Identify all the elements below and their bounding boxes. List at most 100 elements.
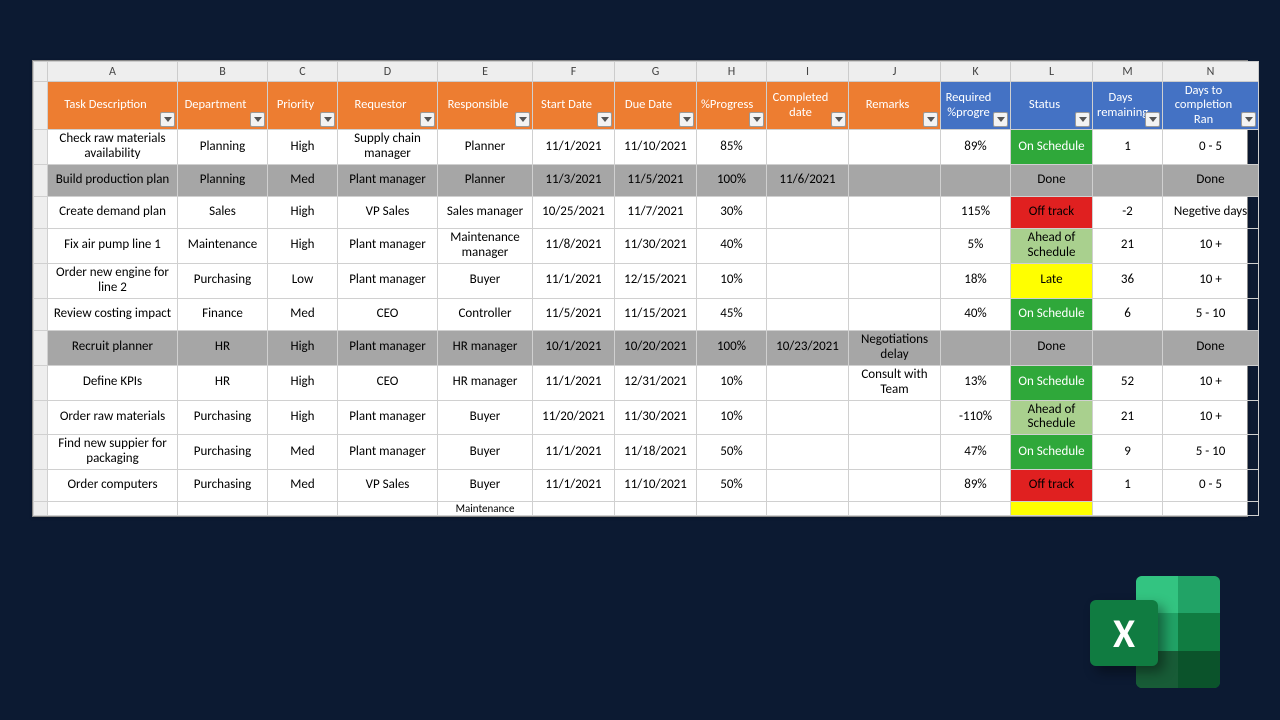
cell[interactable]: Order new engine for line 2: [48, 263, 178, 298]
cell[interactable]: 1: [1093, 130, 1163, 165]
cell[interactable]: Buyer: [438, 470, 533, 502]
cell[interactable]: 10 +: [1163, 400, 1259, 435]
cell[interactable]: [338, 502, 438, 516]
cell[interactable]: 11/1/2021: [533, 130, 615, 165]
cell[interactable]: 10/20/2021: [615, 330, 697, 365]
cell[interactable]: Negetive days: [1163, 197, 1259, 229]
filter-dropdown-icon[interactable]: [1145, 112, 1160, 127]
cell[interactable]: Med: [268, 298, 338, 330]
cell[interactable]: -110%: [941, 400, 1011, 435]
cell[interactable]: Sales: [178, 197, 268, 229]
cell[interactable]: [849, 298, 941, 330]
cell[interactable]: Plant manager: [338, 165, 438, 197]
cell[interactable]: 10 +: [1163, 365, 1259, 400]
cell[interactable]: Planning: [178, 165, 268, 197]
filter-dropdown-icon[interactable]: [420, 112, 435, 127]
cell[interactable]: [615, 502, 697, 516]
cell[interactable]: Off track: [1011, 470, 1093, 502]
cell[interactable]: On Schedule: [1011, 130, 1093, 165]
cell[interactable]: 10/25/2021: [533, 197, 615, 229]
column-header-J[interactable]: J: [849, 62, 941, 82]
cell[interactable]: 11/1/2021: [533, 365, 615, 400]
cell[interactable]: 100%: [697, 165, 767, 197]
cell[interactable]: Done: [1011, 330, 1093, 365]
cell[interactable]: [849, 470, 941, 502]
cell[interactable]: 0 - 5: [1163, 470, 1259, 502]
cell[interactable]: High: [268, 400, 338, 435]
cell[interactable]: Ahead of Schedule: [1011, 400, 1093, 435]
column-header-I[interactable]: I: [767, 62, 849, 82]
cell[interactable]: Recruit planner: [48, 330, 178, 365]
header-status[interactable]: Status: [1011, 82, 1093, 130]
cell[interactable]: 11/30/2021: [615, 400, 697, 435]
cell[interactable]: Plant manager: [338, 263, 438, 298]
cell[interactable]: 11/10/2021: [615, 130, 697, 165]
cell[interactable]: 9: [1093, 435, 1163, 470]
cell[interactable]: [849, 229, 941, 264]
cell[interactable]: Define KPIs: [48, 365, 178, 400]
cell[interactable]: 0 - 5: [1163, 130, 1259, 165]
cell[interactable]: Maintenance manager: [438, 229, 533, 264]
row-header[interactable]: [34, 165, 48, 197]
cell[interactable]: 21: [1093, 229, 1163, 264]
header-completed-date[interactable]: Completed date: [767, 82, 849, 130]
cell[interactable]: 11/5/2021: [615, 165, 697, 197]
header-department[interactable]: Department: [178, 82, 268, 130]
cell[interactable]: 6: [1093, 298, 1163, 330]
header-priority[interactable]: Priority: [268, 82, 338, 130]
cell[interactable]: 11/3/2021: [533, 165, 615, 197]
cell[interactable]: 11/30/2021: [615, 229, 697, 264]
cell[interactable]: 11/7/2021: [615, 197, 697, 229]
filter-dropdown-icon[interactable]: [1075, 112, 1090, 127]
cell[interactable]: [533, 502, 615, 516]
filter-dropdown-icon[interactable]: [160, 112, 175, 127]
column-header-H[interactable]: H: [697, 62, 767, 82]
cell[interactable]: [1011, 502, 1093, 516]
row-header[interactable]: [34, 330, 48, 365]
cell[interactable]: VP Sales: [338, 197, 438, 229]
cell[interactable]: [767, 298, 849, 330]
cell[interactable]: [178, 502, 268, 516]
header-requestor[interactable]: Requestor: [338, 82, 438, 130]
cell[interactable]: -2: [1093, 197, 1163, 229]
column-header-M[interactable]: M: [1093, 62, 1163, 82]
cell[interactable]: Plant manager: [338, 229, 438, 264]
cell[interactable]: Planner: [438, 165, 533, 197]
cell[interactable]: CEO: [338, 298, 438, 330]
filter-dropdown-icon[interactable]: [320, 112, 335, 127]
cell[interactable]: 10 +: [1163, 263, 1259, 298]
cell[interactable]: 13%: [941, 365, 1011, 400]
cell[interactable]: Plant manager: [338, 400, 438, 435]
cell[interactable]: 100%: [697, 330, 767, 365]
cell[interactable]: [767, 365, 849, 400]
header-days-remaining[interactable]: Days remaining: [1093, 82, 1163, 130]
cell[interactable]: Negotiations delay: [849, 330, 941, 365]
cell[interactable]: Consult with Team: [849, 365, 941, 400]
cell[interactable]: Med: [268, 165, 338, 197]
cell[interactable]: On Schedule: [1011, 365, 1093, 400]
header-days-to-completion-ran[interactable]: Days to completion Ran: [1163, 82, 1259, 130]
column-header-F[interactable]: F: [533, 62, 615, 82]
cell[interactable]: 11/18/2021: [615, 435, 697, 470]
cell[interactable]: 30%: [697, 197, 767, 229]
filter-dropdown-icon[interactable]: [1241, 112, 1256, 127]
cell[interactable]: 10%: [697, 400, 767, 435]
row-header[interactable]: [34, 298, 48, 330]
cell[interactable]: 11/1/2021: [533, 435, 615, 470]
header--progress[interactable]: %Progress: [697, 82, 767, 130]
cell[interactable]: High: [268, 130, 338, 165]
header-due-date[interactable]: Due Date: [615, 82, 697, 130]
cell[interactable]: 5 - 10: [1163, 435, 1259, 470]
cell[interactable]: 10%: [697, 263, 767, 298]
row-header[interactable]: [34, 470, 48, 502]
header-required-progre[interactable]: Required %progre: [941, 82, 1011, 130]
header-task-description[interactable]: Task Description: [48, 82, 178, 130]
cell[interactable]: [1093, 330, 1163, 365]
cell[interactable]: Done: [1163, 330, 1259, 365]
select-all-corner[interactable]: [34, 62, 48, 82]
cell[interactable]: Build production plan: [48, 165, 178, 197]
cell[interactable]: 115%: [941, 197, 1011, 229]
cell[interactable]: 11/10/2021: [615, 470, 697, 502]
cell[interactable]: 89%: [941, 470, 1011, 502]
cell[interactable]: 36: [1093, 263, 1163, 298]
